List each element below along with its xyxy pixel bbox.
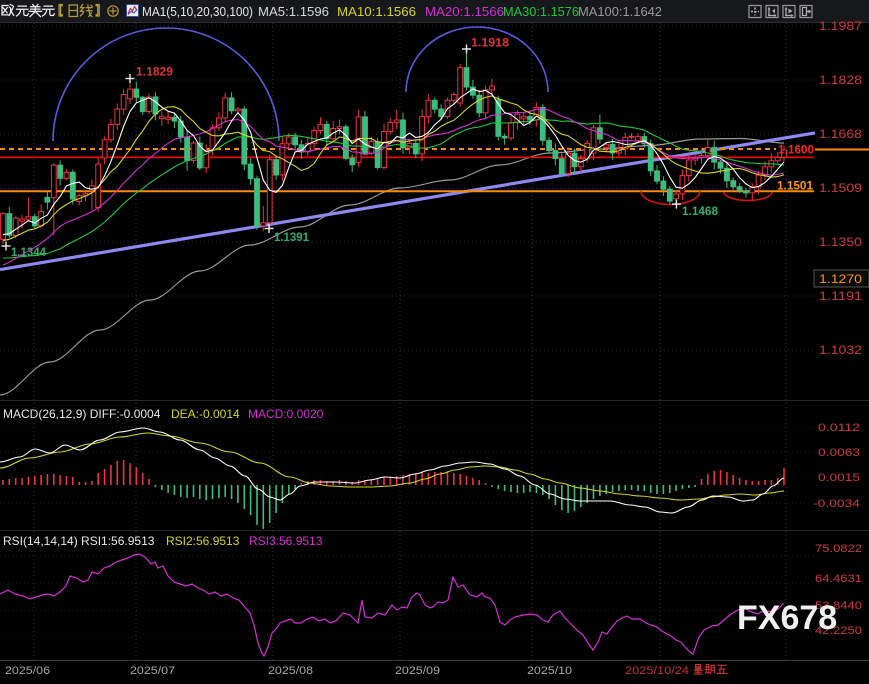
svg-text:0.0015: 0.0015 — [818, 472, 860, 484]
svg-text:2025/07: 2025/07 — [130, 665, 175, 677]
svg-text:MACD:0.0020: MACD:0.0020 — [248, 407, 324, 421]
svg-text:2025/06: 2025/06 — [5, 665, 50, 677]
svg-text:1.1668: 1.1668 — [819, 127, 862, 141]
svg-text:1.1191: 1.1191 — [819, 289, 862, 303]
svg-text:1.1509: 1.1509 — [819, 181, 862, 195]
svg-text:RSI2:56.9513: RSI2:56.9513 — [166, 534, 240, 548]
svg-text:1.1468: 1.1468 — [682, 204, 718, 218]
svg-text:1.1987: 1.1987 — [819, 19, 862, 33]
svg-text:1.1270: 1.1270 — [819, 272, 862, 286]
svg-text:RSI(14,14,14) RSI1:56.9513: RSI(14,14,14) RSI1:56.9513 — [3, 534, 155, 548]
svg-text:2025/08: 2025/08 — [268, 665, 313, 677]
svg-text:MA100:1.1642: MA100:1.1642 — [578, 4, 662, 19]
svg-text:64.4631: 64.4631 — [815, 573, 862, 585]
svg-text:MA1(5,10,20,30,100): MA1(5,10,20,30,100) — [142, 4, 253, 19]
svg-text:1.1032: 1.1032 — [819, 343, 862, 357]
svg-text:1.1829: 1.1829 — [136, 65, 173, 79]
svg-text:MA10:1.1566: MA10:1.1566 — [337, 4, 416, 19]
svg-text:1.1918: 1.1918 — [471, 36, 509, 50]
svg-text:MACD(26,12,9) DIFF:-0.0004: MACD(26,12,9) DIFF:-0.0004 — [3, 407, 161, 421]
svg-text:RSI3:56.9513: RSI3:56.9513 — [249, 534, 323, 548]
svg-text:1.1501: 1.1501 — [777, 179, 813, 193]
svg-text:1.1828: 1.1828 — [819, 73, 862, 87]
svg-text:MA5:1.1596: MA5:1.1596 — [258, 4, 329, 19]
svg-text:2025/10/24: 2025/10/24 — [625, 665, 689, 677]
svg-text:2025/09: 2025/09 — [395, 665, 440, 677]
svg-text:1.1350: 1.1350 — [819, 235, 862, 249]
svg-text:0.0112: 0.0112 — [818, 422, 860, 434]
svg-text:MA20:1.1566: MA20:1.1566 — [425, 4, 504, 19]
svg-text:1.1344: 1.1344 — [11, 245, 46, 259]
svg-text:DEA:-0.0014: DEA:-0.0014 — [171, 407, 240, 421]
svg-text:0.0063: 0.0063 — [818, 447, 860, 459]
svg-text:MA30:1.1576: MA30:1.1576 — [503, 4, 579, 19]
svg-text:75.0822: 75.0822 — [815, 543, 862, 555]
svg-text:FX678: FX678 — [737, 599, 837, 637]
svg-text:1.1391: 1.1391 — [274, 230, 309, 244]
svg-text:-0.0034: -0.0034 — [813, 498, 860, 510]
svg-text:1.1600: 1.1600 — [778, 143, 814, 157]
svg-text:2025/10: 2025/10 — [527, 665, 572, 677]
